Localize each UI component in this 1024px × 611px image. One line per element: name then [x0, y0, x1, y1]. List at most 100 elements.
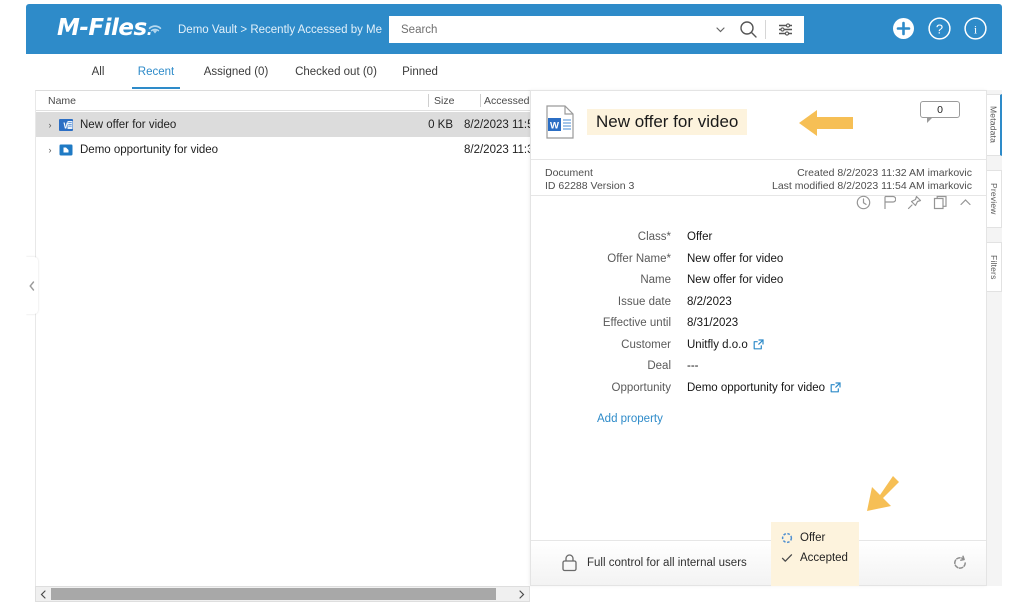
app-header: M-Files. Demo Vault > Recently Accessed …: [26, 4, 1002, 54]
property-value[interactable]: New offer for video: [687, 274, 783, 286]
row-size: 0 KB: [428, 118, 453, 131]
workflow-item-offer[interactable]: Offer: [771, 528, 859, 548]
tab-assigned-0[interactable]: Assigned (0): [192, 54, 280, 90]
header-action-icons: ? i: [891, 16, 988, 46]
object-id-version: ID 62288 Version 3: [545, 180, 635, 192]
workflow-state-popup: Offer Accepted: [771, 522, 859, 586]
svg-text:?: ?: [936, 22, 943, 37]
property-value-text: Demo opportunity for video: [687, 381, 826, 394]
column-separator[interactable]: [480, 94, 481, 107]
property-row: Opportunity Demo opportunity for video: [531, 380, 986, 402]
last-modified-info: Last modified 8/2/2023 11:54 AM imarkovi…: [772, 180, 972, 192]
svg-text:W: W: [550, 121, 559, 132]
search-filters-icon[interactable]: [766, 16, 804, 43]
property-value[interactable]: Unitfly d.o.o: [687, 339, 764, 351]
column-separator[interactable]: [428, 94, 429, 107]
column-header-size[interactable]: Size: [434, 91, 482, 110]
property-value-text: Unitfly d.o.o: [687, 338, 748, 351]
permissions-label[interactable]: Full control for all internal users: [587, 557, 747, 569]
pin-icon[interactable]: [907, 195, 922, 215]
vtab-label: Filters: [989, 254, 999, 280]
property-row: Name New offer for video: [531, 272, 986, 294]
chevron-down-icon[interactable]: [709, 16, 731, 43]
chevron-right-icon[interactable]: ›: [44, 112, 56, 137]
table-row[interactable]: › W New offer for video 0 KB 8/2/2023 11:5: [36, 112, 531, 137]
table-row[interactable]: › Demo opportunity for video 8/2/2023 11:3: [36, 137, 531, 162]
search-icon[interactable]: [731, 16, 765, 43]
property-row: Class* Offer: [531, 229, 986, 251]
detail-toolbar: [856, 195, 972, 215]
word-document-icon: W: [58, 117, 74, 133]
column-header-name[interactable]: Name: [48, 91, 428, 110]
file-list-pane: Name SizeAccessed by Me ›W New offer for v…: [35, 90, 531, 586]
row-accessed-date: 8/2/2023 11:5: [464, 118, 531, 131]
chevron-up-icon[interactable]: [959, 196, 972, 214]
property-row: Effective until 8/31/2023: [531, 315, 986, 337]
column-header-accessed-by-me[interactable]: Accessed by Me: [484, 91, 531, 110]
flag-icon[interactable]: [882, 195, 897, 215]
property-value[interactable]: 8/2/2023: [687, 296, 732, 308]
property-label: Opportunity: [611, 381, 671, 394]
horizontal-scrollbar[interactable]: [35, 586, 530, 602]
row-name: Demo opportunity for video: [80, 143, 219, 156]
property-value[interactable]: Offer: [687, 231, 712, 243]
copy-icon[interactable]: [933, 195, 948, 215]
vtab-filters[interactable]: Filters: [987, 242, 1002, 292]
breadcrumb[interactable]: Demo Vault > Recently Accessed by Me: [178, 24, 382, 36]
comment-bubble-tail: [927, 118, 932, 123]
property-value-text: Offer: [687, 231, 713, 243]
property-value[interactable]: ---: [687, 360, 699, 372]
property-label: Name: [640, 274, 671, 286]
object-type-label: Document: [545, 167, 593, 179]
column-header-row: Name SizeAccessed by Me: [36, 91, 531, 111]
detail-separator: [531, 159, 986, 160]
property-value[interactable]: Demo opportunity for video: [687, 382, 841, 394]
vtab-label: Metadata: [988, 106, 999, 144]
property-row: Deal ---: [531, 358, 986, 380]
row-accessed-date: 8/2/2023 11:3: [464, 143, 531, 156]
property-value[interactable]: 8/31/2023: [687, 317, 738, 329]
workflow-callout-arrow-icon: [853, 474, 901, 529]
open-external-icon[interactable]: [830, 382, 841, 393]
properties-list: Class* Offer Offer Name* New offer for vide…: [531, 229, 986, 401]
refresh-icon[interactable]: [952, 555, 968, 576]
open-external-icon[interactable]: [753, 339, 764, 350]
tab-all[interactable]: All: [74, 54, 122, 90]
add-circle-icon[interactable]: [891, 16, 916, 46]
check-icon: [781, 552, 793, 564]
created-info: Created 8/2/2023 11:32 AM imarkovic: [797, 167, 972, 179]
document-title[interactable]: New offer for video: [587, 109, 748, 135]
vtab-metadata[interactable]: Metadata: [987, 94, 1002, 156]
help-circle-icon[interactable]: ?: [927, 16, 952, 46]
tab-recent[interactable]: Recent: [126, 54, 186, 90]
chevron-right-icon[interactable]: ›: [44, 137, 56, 162]
tab-checked-out-0[interactable]: Checked out (0): [284, 54, 388, 90]
property-value[interactable]: New offer for video: [687, 253, 783, 265]
collapse-left-icon[interactable]: [26, 257, 38, 314]
comment-count-badge[interactable]: 0: [920, 101, 960, 123]
workflow-item-label: Offer: [800, 532, 826, 544]
view-tabbar: All Recent Assigned (0) Checked out (0) Pinn…: [26, 54, 1002, 90]
opportunity-object-icon: [58, 142, 74, 158]
scroll-left-arrow-icon[interactable]: [36, 587, 51, 601]
search-input[interactable]: [389, 22, 709, 37]
property-value-text: ---: [687, 360, 699, 372]
mfiles-app-window: M-Files. Demo Vault > Recently Accessed …: [26, 4, 1002, 607]
lock-icon[interactable]: [561, 553, 578, 577]
property-label: Class*: [637, 231, 671, 243]
info-circle-icon[interactable]: i: [963, 16, 988, 46]
add-property-link[interactable]: Add property: [597, 413, 663, 425]
property-label: Deal: [647, 360, 671, 372]
property-label: Offer Name*: [607, 252, 671, 265]
property-value-text: New offer for video: [687, 274, 784, 286]
history-clock-icon[interactable]: [856, 195, 871, 215]
scroll-right-arrow-icon[interactable]: [514, 587, 529, 601]
scrollbar-thumb[interactable]: [51, 588, 496, 600]
property-value-text: 8/31/2023: [687, 317, 739, 329]
scrollbar-track[interactable]: [51, 587, 514, 601]
workflow-item-accepted[interactable]: Accepted: [771, 548, 859, 568]
search-bar: [389, 16, 804, 43]
vtab-preview[interactable]: Preview: [987, 170, 1002, 228]
property-label: Issue date: [617, 295, 671, 308]
tab-pinned[interactable]: Pinned: [392, 54, 448, 90]
